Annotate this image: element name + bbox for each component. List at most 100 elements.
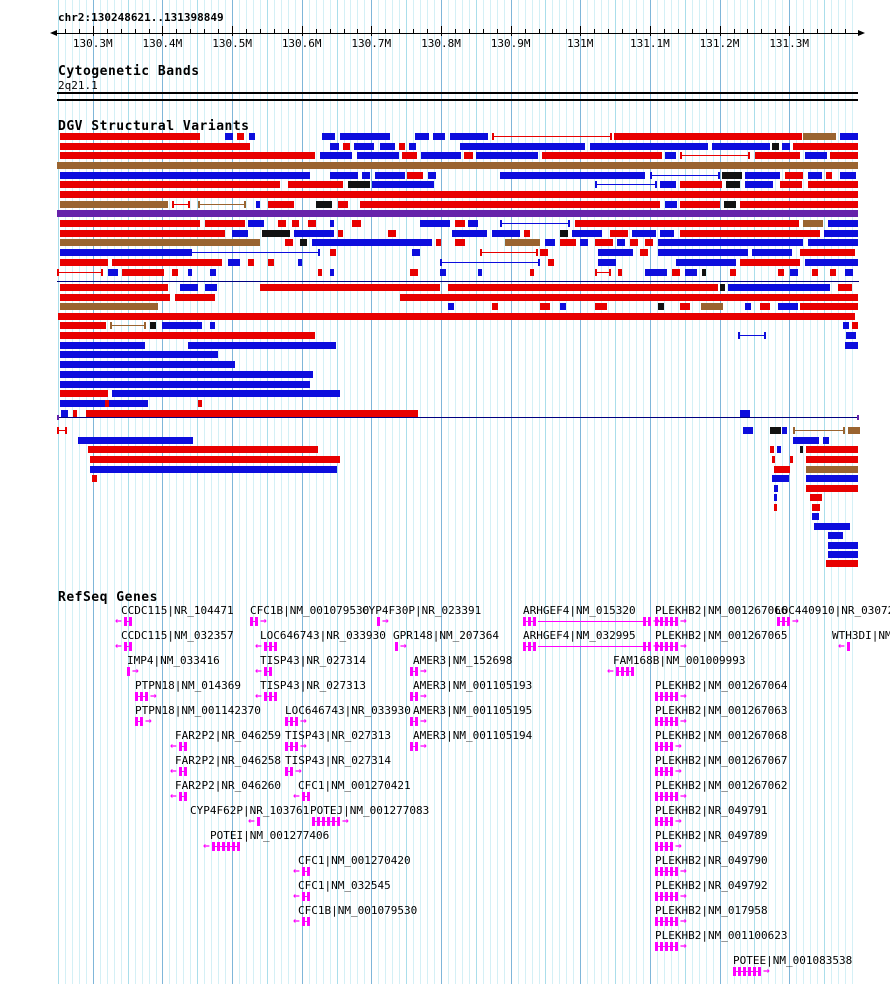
gene-glyph[interactable]: → (377, 615, 393, 628)
variant-bar[interactable] (420, 220, 450, 227)
variant-bar[interactable] (60, 143, 250, 150)
variant-bar[interactable] (740, 410, 750, 417)
variant-bar[interactable] (672, 269, 680, 276)
variant-bar[interactable] (785, 172, 803, 179)
variant-bar[interactable] (455, 239, 465, 246)
variant-bar[interactable] (614, 133, 802, 140)
variant-bar[interactable] (680, 303, 690, 310)
gene-glyph[interactable]: ← (115, 615, 136, 628)
variant-connector[interactable] (650, 172, 720, 179)
variant-bar[interactable] (330, 220, 334, 227)
variant-bar[interactable] (560, 239, 576, 246)
variant-bar[interactable] (268, 259, 274, 266)
gene-glyph[interactable]: → (523, 640, 664, 653)
gene-glyph[interactable]: ← (170, 765, 191, 778)
variant-bar[interactable] (428, 172, 436, 179)
variant-bar[interactable] (722, 172, 742, 179)
gene-glyph[interactable]: → (655, 840, 686, 853)
variant-bar[interactable] (745, 181, 773, 188)
variant-bar[interactable] (805, 259, 858, 266)
variant-bar[interactable] (828, 542, 858, 549)
variant-bar[interactable] (278, 220, 286, 227)
variant-bar[interactable] (806, 485, 858, 492)
variant-bar[interactable] (752, 249, 792, 256)
variant-bar[interactable] (610, 230, 628, 237)
gene-glyph[interactable]: → (135, 690, 161, 703)
variant-connector[interactable] (595, 181, 657, 188)
variant-bar[interactable] (256, 201, 260, 208)
variant-bar[interactable] (436, 239, 441, 246)
variant-bar[interactable] (88, 446, 318, 453)
variant-bar[interactable] (60, 201, 168, 208)
variant-bar[interactable] (702, 269, 706, 276)
variant-bar[interactable] (372, 181, 434, 188)
variant-connector[interactable] (190, 249, 320, 256)
variant-bar[interactable] (545, 239, 555, 246)
gene-glyph[interactable]: → (135, 715, 156, 728)
variant-bar[interactable] (268, 201, 294, 208)
variant-bar[interactable] (108, 269, 118, 276)
variant-connector[interactable] (57, 427, 67, 434)
variant-bar[interactable] (845, 269, 853, 276)
variant-bar[interactable] (701, 303, 723, 310)
variant-bar[interactable] (388, 230, 396, 237)
variant-bar[interactable] (60, 303, 158, 310)
variant-bar[interactable] (780, 181, 802, 188)
variant-bar[interactable] (60, 172, 310, 179)
variant-bar[interactable] (172, 269, 178, 276)
variant-bar[interactable] (760, 303, 770, 310)
variant-bar[interactable] (248, 220, 264, 227)
variant-bar[interactable] (409, 143, 416, 150)
gene-glyph[interactable]: ← (170, 790, 191, 803)
variant-bar[interactable] (298, 259, 302, 266)
variant-bar[interactable] (548, 259, 554, 266)
variant-bar[interactable] (450, 133, 488, 140)
variant-bar[interactable] (665, 152, 676, 159)
variant-bar[interactable] (755, 152, 800, 159)
gene-glyph[interactable]: → (655, 865, 691, 878)
gene-glyph[interactable]: → (655, 790, 691, 803)
variant-bar[interactable] (448, 303, 454, 310)
variant-bar[interactable] (814, 523, 850, 530)
gene-glyph[interactable]: → (127, 665, 143, 678)
variant-bar[interactable] (60, 181, 280, 188)
variant-bar[interactable] (828, 532, 843, 539)
gene-glyph[interactable]: → (655, 690, 691, 703)
variant-connector[interactable] (738, 332, 766, 339)
gene-glyph[interactable]: ← (170, 740, 191, 753)
variant-bar[interactable] (500, 172, 645, 179)
variant-bar[interactable] (728, 284, 830, 291)
variant-bar[interactable] (322, 133, 335, 140)
variant-bar[interactable] (790, 456, 793, 463)
variant-bar[interactable] (460, 143, 585, 150)
gene-glyph[interactable]: ← (293, 890, 314, 903)
variant-bar[interactable] (676, 259, 736, 266)
variant-bar[interactable] (343, 143, 350, 150)
gene-glyph[interactable]: → (655, 640, 691, 653)
variant-bar[interactable] (812, 269, 818, 276)
variant-bar[interactable] (90, 456, 340, 463)
variant-bar[interactable] (60, 351, 218, 358)
variant-bar[interactable] (60, 381, 310, 388)
variant-bar[interactable] (60, 133, 200, 140)
variant-bar[interactable] (770, 427, 781, 434)
variant-bar[interactable] (57, 162, 858, 169)
variant-bar[interactable] (180, 284, 198, 291)
gene-glyph[interactable]: → (250, 615, 271, 628)
variant-bar[interactable] (60, 294, 170, 301)
variant-bar[interactable] (375, 172, 405, 179)
variant-bar[interactable] (60, 371, 313, 378)
variant-bar[interactable] (632, 230, 656, 237)
gene-glyph[interactable]: ← (293, 865, 314, 878)
gene-glyph[interactable]: → (410, 690, 431, 703)
variant-bar[interactable] (712, 143, 770, 150)
variant-bar[interactable] (846, 332, 856, 339)
variant-bar[interactable] (848, 427, 860, 434)
variant-bar[interactable] (188, 269, 192, 276)
gene-glyph[interactable]: ← (293, 915, 314, 928)
variant-bar[interactable] (57, 210, 858, 217)
variant-bar[interactable] (338, 201, 348, 208)
variant-bar[interactable] (772, 475, 789, 482)
variant-bar[interactable] (777, 446, 781, 453)
variant-bar[interactable] (352, 220, 361, 227)
